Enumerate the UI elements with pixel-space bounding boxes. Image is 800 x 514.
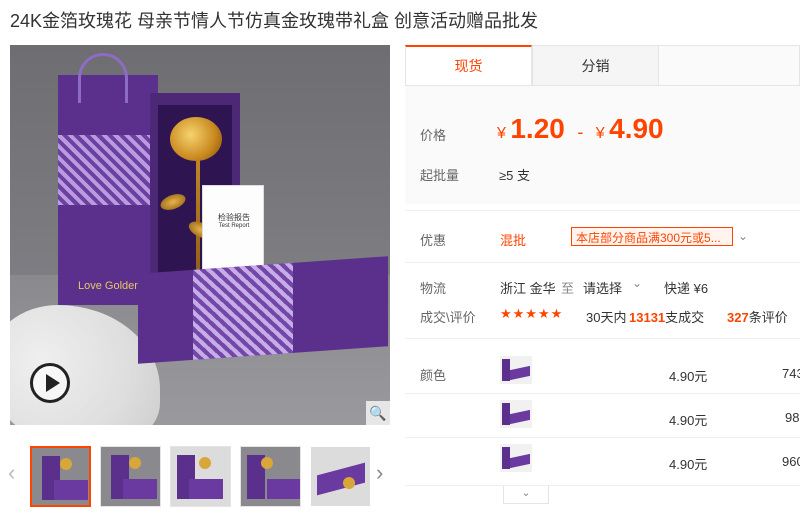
chevron-left-icon[interactable]: ‹ <box>8 460 15 486</box>
chevron-down-icon[interactable]: ⌄ <box>632 276 642 290</box>
play-circle-icon[interactable] <box>30 363 70 403</box>
variant-thumbnail[interactable] <box>500 444 532 472</box>
tab-filler <box>659 45 800 85</box>
tab-spot[interactable]: 现货 <box>405 45 532 85</box>
tab-distribution[interactable]: 分销 <box>532 45 659 85</box>
thumbnail-strip <box>30 446 371 507</box>
thumbnail[interactable] <box>30 446 91 507</box>
currency-symbol: ¥ <box>595 125 605 142</box>
variant-thumbnail[interactable] <box>500 400 532 428</box>
thumbnail[interactable] <box>240 446 301 507</box>
moq-value: ≥5 支 <box>499 168 530 183</box>
gift-bag: Love Golden Rose <box>58 53 169 305</box>
to-text: 至 <box>561 281 575 296</box>
price-range: ¥ 1.20 - ¥ 4.90 <box>497 113 664 145</box>
shipping-fee: 快递 ¥6 <box>664 281 709 296</box>
gift-box <box>138 256 388 364</box>
deal-count-number: 13131 <box>629 310 666 325</box>
variant-row: 4.90元 989 <box>405 396 800 441</box>
price-separator: - <box>577 122 584 142</box>
review-count[interactable]: 327条评价 <box>727 307 788 326</box>
chevron-down-icon[interactable]: ⌄ <box>503 486 549 504</box>
divider <box>405 393 800 394</box>
deal-count-suffix: 支成交 <box>665 310 705 325</box>
variant-stock: 989 <box>785 410 800 425</box>
rating-stars: ★★★★★ <box>500 306 564 321</box>
divider <box>405 485 800 486</box>
bag-brand-word: Love <box>78 280 102 292</box>
variant-price: 4.90元 <box>669 413 708 428</box>
deal-count[interactable]: 13131支成交 <box>629 307 704 326</box>
cert-subtitle: Test Report <box>218 223 250 229</box>
moq-label: 起批量 <box>420 168 460 183</box>
variant-price: 4.90元 <box>669 457 708 472</box>
main-product-image[interactable]: Love Golden Rose 检验报告 Test Report 🔍 <box>10 45 390 425</box>
review-count-suffix: 条评价 <box>748 310 788 325</box>
logistics-label: 物流 <box>420 281 447 296</box>
divider <box>405 210 800 211</box>
destination-select[interactable]: 请选择 <box>583 278 622 297</box>
offer-tabs: 现货 分销 <box>405 45 800 85</box>
coupon-badge[interactable]: 本店部分商品满300元或5... <box>571 227 733 246</box>
variant-row: 4.90元 960 <box>405 440 800 485</box>
price-min: 1.20 <box>510 113 565 144</box>
variant-row: 4.90元 743 <box>405 350 800 395</box>
thumbnail[interactable] <box>100 446 161 507</box>
reviews-label: 成交\评价 <box>420 310 476 325</box>
cert-title: 检验报告 <box>218 213 250 222</box>
price-label: 价格 <box>420 128 447 143</box>
variant-stock: 960 <box>782 454 800 469</box>
divider <box>405 437 800 438</box>
divider <box>405 338 800 339</box>
thumbnail[interactable] <box>170 446 231 507</box>
variant-stock: 743 <box>782 366 800 381</box>
thumbnail[interactable] <box>310 446 371 507</box>
box-pattern-band <box>193 262 293 360</box>
bag-handle <box>78 53 128 103</box>
chevron-right-icon[interactable]: › <box>376 460 383 486</box>
currency-symbol: ¥ <box>497 125 506 142</box>
divider <box>405 262 800 263</box>
origin-location: 浙江 金华 <box>500 281 556 296</box>
variant-price: 4.90元 <box>669 369 708 384</box>
price-panel <box>405 86 800 204</box>
chevron-down-icon[interactable]: ⌄ <box>738 229 748 243</box>
gold-rose-icon <box>170 117 222 161</box>
product-title: 24K金箔玫瑰花 母亲节情人节仿真金玫瑰带礼盒 创意活动赠品批发 <box>10 11 539 31</box>
bag-pattern-band <box>58 135 158 205</box>
promo-label: 优惠 <box>420 233 447 248</box>
price-max: 4.90 <box>609 113 664 144</box>
magnifier-icon[interactable]: 🔍 <box>366 401 390 425</box>
promo-type: 混批 <box>500 233 527 248</box>
review-period: 30天内 <box>586 310 627 325</box>
test-report-card: 检验报告 Test Report <box>202 185 264 277</box>
variant-thumbnail[interactable] <box>500 356 532 384</box>
review-count-number: 327 <box>727 310 749 325</box>
